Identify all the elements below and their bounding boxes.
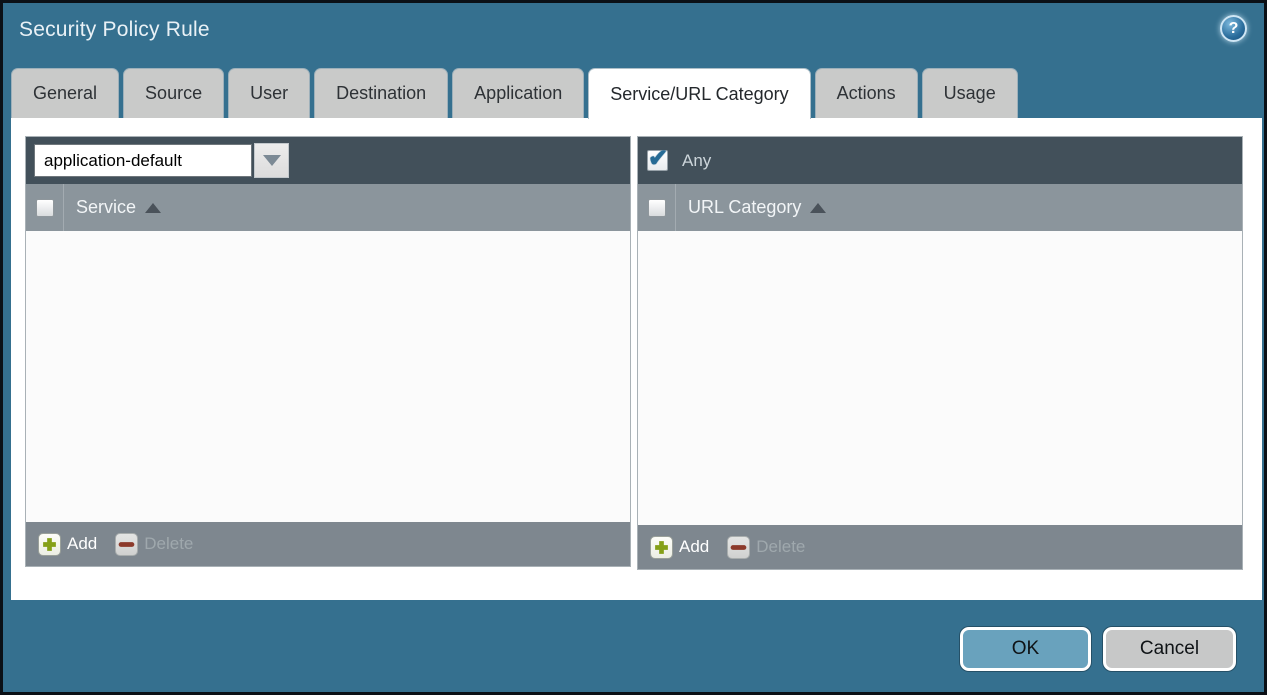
service-select-all-cell bbox=[26, 184, 64, 231]
url-category-add-button[interactable] bbox=[650, 536, 673, 559]
url-category-list-empty bbox=[638, 231, 1242, 525]
sort-ascending-icon[interactable] bbox=[145, 203, 161, 213]
url-category-select-all-checkbox[interactable] bbox=[648, 199, 666, 217]
sort-ascending-icon[interactable] bbox=[810, 203, 826, 213]
minus-icon bbox=[730, 539, 747, 556]
url-category-column-header[interactable]: URL Category bbox=[688, 197, 801, 218]
service-column-header[interactable]: Service bbox=[76, 197, 136, 218]
url-category-footer: Add Delete bbox=[638, 525, 1242, 569]
service-toolbar: application-default bbox=[26, 137, 630, 184]
tab-user[interactable]: User bbox=[228, 68, 310, 118]
service-footer: Add Delete bbox=[26, 522, 630, 566]
service-list-empty bbox=[26, 231, 630, 522]
url-category-panel: ✔ Any URL Category Add bbox=[637, 136, 1243, 570]
url-category-table-header: URL Category bbox=[638, 184, 1242, 231]
url-category-delete-label[interactable]: Delete bbox=[756, 537, 805, 557]
tab-application[interactable]: Application bbox=[452, 68, 584, 118]
cancel-button[interactable]: Cancel bbox=[1103, 627, 1236, 671]
any-checkbox[interactable]: ✔ bbox=[647, 150, 668, 171]
help-icon[interactable]: ? bbox=[1220, 15, 1247, 42]
dialog-title: Security Policy Rule bbox=[19, 18, 210, 42]
plus-icon bbox=[41, 536, 58, 553]
service-panel: application-default Service bbox=[25, 136, 631, 567]
service-type-dropdown-value: application-default bbox=[44, 151, 182, 171]
service-add-label[interactable]: Add bbox=[67, 534, 97, 554]
url-category-any-bar: ✔ Any bbox=[638, 137, 1242, 184]
plus-icon bbox=[653, 539, 670, 556]
any-label: Any bbox=[682, 151, 711, 171]
service-add-button[interactable] bbox=[38, 533, 61, 556]
service-select-all-checkbox[interactable] bbox=[36, 199, 54, 217]
service-table-header: Service bbox=[26, 184, 630, 231]
ok-button[interactable]: OK bbox=[960, 627, 1091, 671]
service-type-dropdown[interactable]: application-default bbox=[34, 144, 252, 177]
tab-service-url-category[interactable]: Service/URL Category bbox=[588, 68, 810, 119]
service-delete-label[interactable]: Delete bbox=[144, 534, 193, 554]
tab-source[interactable]: Source bbox=[123, 68, 224, 118]
tab-usage[interactable]: Usage bbox=[922, 68, 1018, 118]
url-category-add-label[interactable]: Add bbox=[679, 537, 709, 557]
tab-destination[interactable]: Destination bbox=[314, 68, 448, 118]
chevron-down-icon bbox=[263, 155, 281, 166]
security-policy-rule-dialog: Security Policy Rule ? General Source Us… bbox=[0, 0, 1267, 695]
check-icon: ✔ bbox=[648, 144, 668, 173]
url-category-select-all-cell bbox=[638, 184, 676, 231]
tab-actions[interactable]: Actions bbox=[815, 68, 918, 118]
tab-bar: General Source User Destination Applicat… bbox=[11, 68, 1018, 118]
service-delete-button[interactable] bbox=[115, 533, 138, 556]
tab-content-service-url-category: application-default Service bbox=[11, 118, 1262, 600]
minus-icon bbox=[118, 536, 135, 553]
tab-general[interactable]: General bbox=[11, 68, 119, 118]
url-category-delete-button[interactable] bbox=[727, 536, 750, 559]
service-type-dropdown-button[interactable] bbox=[254, 143, 289, 178]
